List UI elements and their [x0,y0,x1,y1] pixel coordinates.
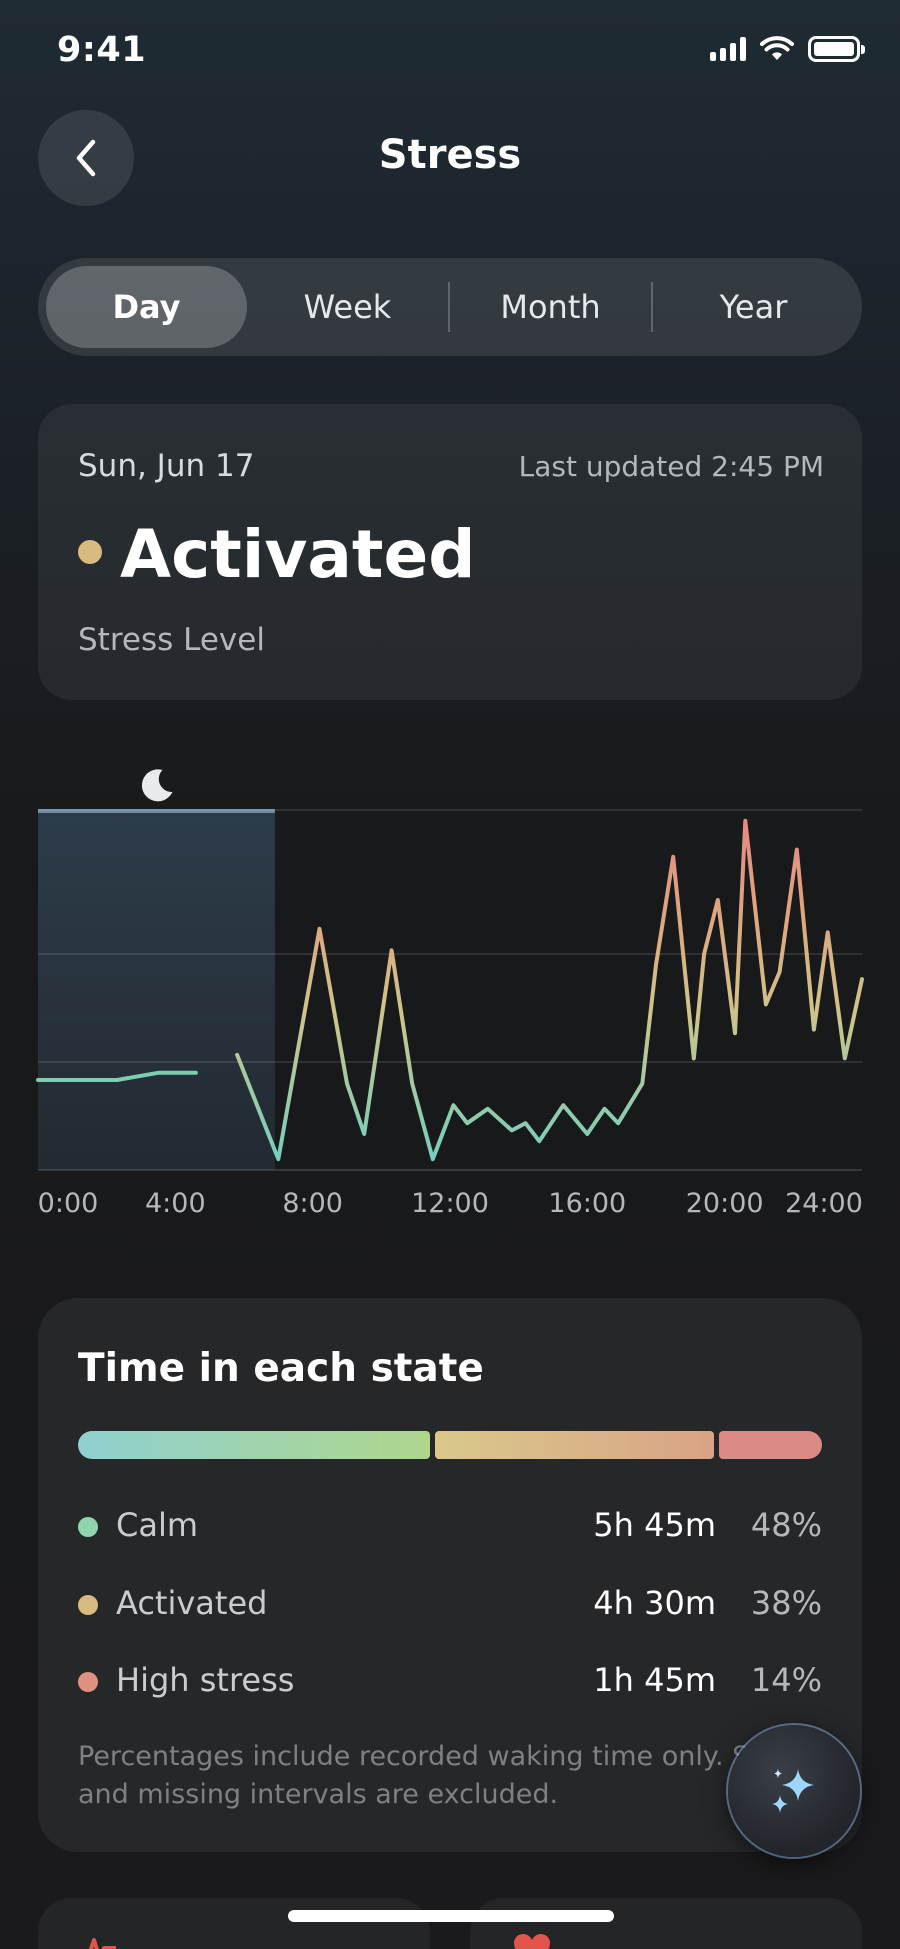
activated-dot [78,1595,98,1615]
cellular-signal-icon [710,37,746,61]
high-stress-segment [719,1431,822,1459]
calm-segment [78,1431,431,1459]
x-tick-label: 4:00 [145,1188,206,1219]
sparkle-icon [772,1769,814,1813]
tab-month[interactable]: Month [450,266,651,348]
calm-dot [78,1517,98,1537]
states-title: Time in each state [78,1346,484,1391]
summary-date: Sun, Jun 17 [78,448,255,484]
state-percent: 48% [750,1506,822,1544]
heart-pulse-icon [88,1938,116,1949]
period-segmented-control: Day Week Month Year [38,258,862,356]
stress-level-caption: Stress Level [78,622,265,658]
stress-state: Activated [120,516,476,593]
heart-card[interactable] [470,1898,862,1949]
state-label: Activated [116,1584,268,1622]
moon-icon [141,769,173,802]
tab-week[interactable]: Week [247,266,448,348]
status-bar: 9:41 [0,0,900,100]
wifi-icon [760,36,794,60]
battery-icon [808,36,865,62]
last-updated: Last updated 2:45 PM [518,450,824,483]
state-row-calm: Calm 5h 45m 48% [78,1502,822,1552]
tab-day[interactable]: Day [46,266,247,348]
state-distribution-bar [78,1431,822,1459]
state-label: High stress [116,1661,295,1699]
x-axis-labels: 0:00 4:00 8:00 12:00 16:00 20:00 24:00 [0,1188,900,1228]
state-duration: 4h 30m [593,1584,716,1622]
status-icons [710,36,865,62]
state-label: Calm [116,1506,199,1544]
state-row-high-stress: High stress 1h 45m 14% [78,1657,822,1707]
x-tick-label: 20:00 [685,1188,764,1219]
state-indicator-dot [78,540,102,564]
home-indicator [288,1910,614,1922]
page-title: Stress [378,132,522,178]
sleep-band [38,810,275,1170]
state-percent: 38% [750,1584,822,1622]
heart-icon [514,1934,550,1949]
state-duration: 5h 45m [593,1506,716,1544]
x-tick-label: 16:00 [548,1188,627,1219]
states-footnote: Percentages include recorded waking time… [78,1741,808,1810]
high-stress-dot [78,1672,98,1692]
stress-summary-card: Sun, Jun 17 Last updated 2:45 PM Activat… [38,404,862,700]
heart-rate-card[interactable] [38,1898,430,1949]
x-tick-label: 8:00 [282,1188,343,1219]
tab-year[interactable]: Year [653,266,854,348]
stress-line-chart[interactable] [0,740,900,1240]
stress-series-line [235,818,864,1162]
x-tick-label: 24:00 [785,1188,863,1219]
status-time: 9:41 [57,30,147,70]
activated-segment [435,1431,715,1459]
state-duration: 1h 45m [593,1661,716,1699]
state-row-activated: Activated 4h 30m 38% [78,1580,822,1630]
state-percent: 14% [750,1661,822,1699]
x-tick-label: 0:00 [37,1188,99,1219]
x-tick-label: 12:00 [411,1188,489,1219]
assistant-button[interactable] [728,1725,860,1857]
